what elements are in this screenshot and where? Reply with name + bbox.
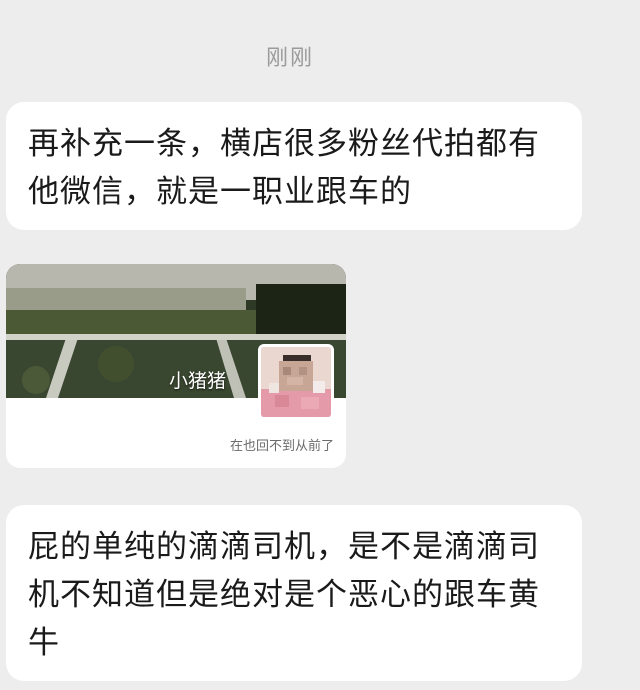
profile-card-message[interactable]: 小猪猪 在也回不到从前了 [6,264,346,468]
message-bubble[interactable]: 屁的单纯的滴滴司机，是不是滴滴司机不知道但是绝对是个恶心的跟车黄牛 [6,505,582,681]
message-bubble[interactable]: 再补充一条，横店很多粉丝代拍都有他微信，就是一职业跟车的 [6,102,582,230]
card-caption: 在也回不到从前了 [229,439,334,454]
card-contact-name: 小猪猪 [169,370,227,392]
blurred-avatar-icon [258,344,334,420]
message-timestamp: 刚刚 [265,46,314,71]
